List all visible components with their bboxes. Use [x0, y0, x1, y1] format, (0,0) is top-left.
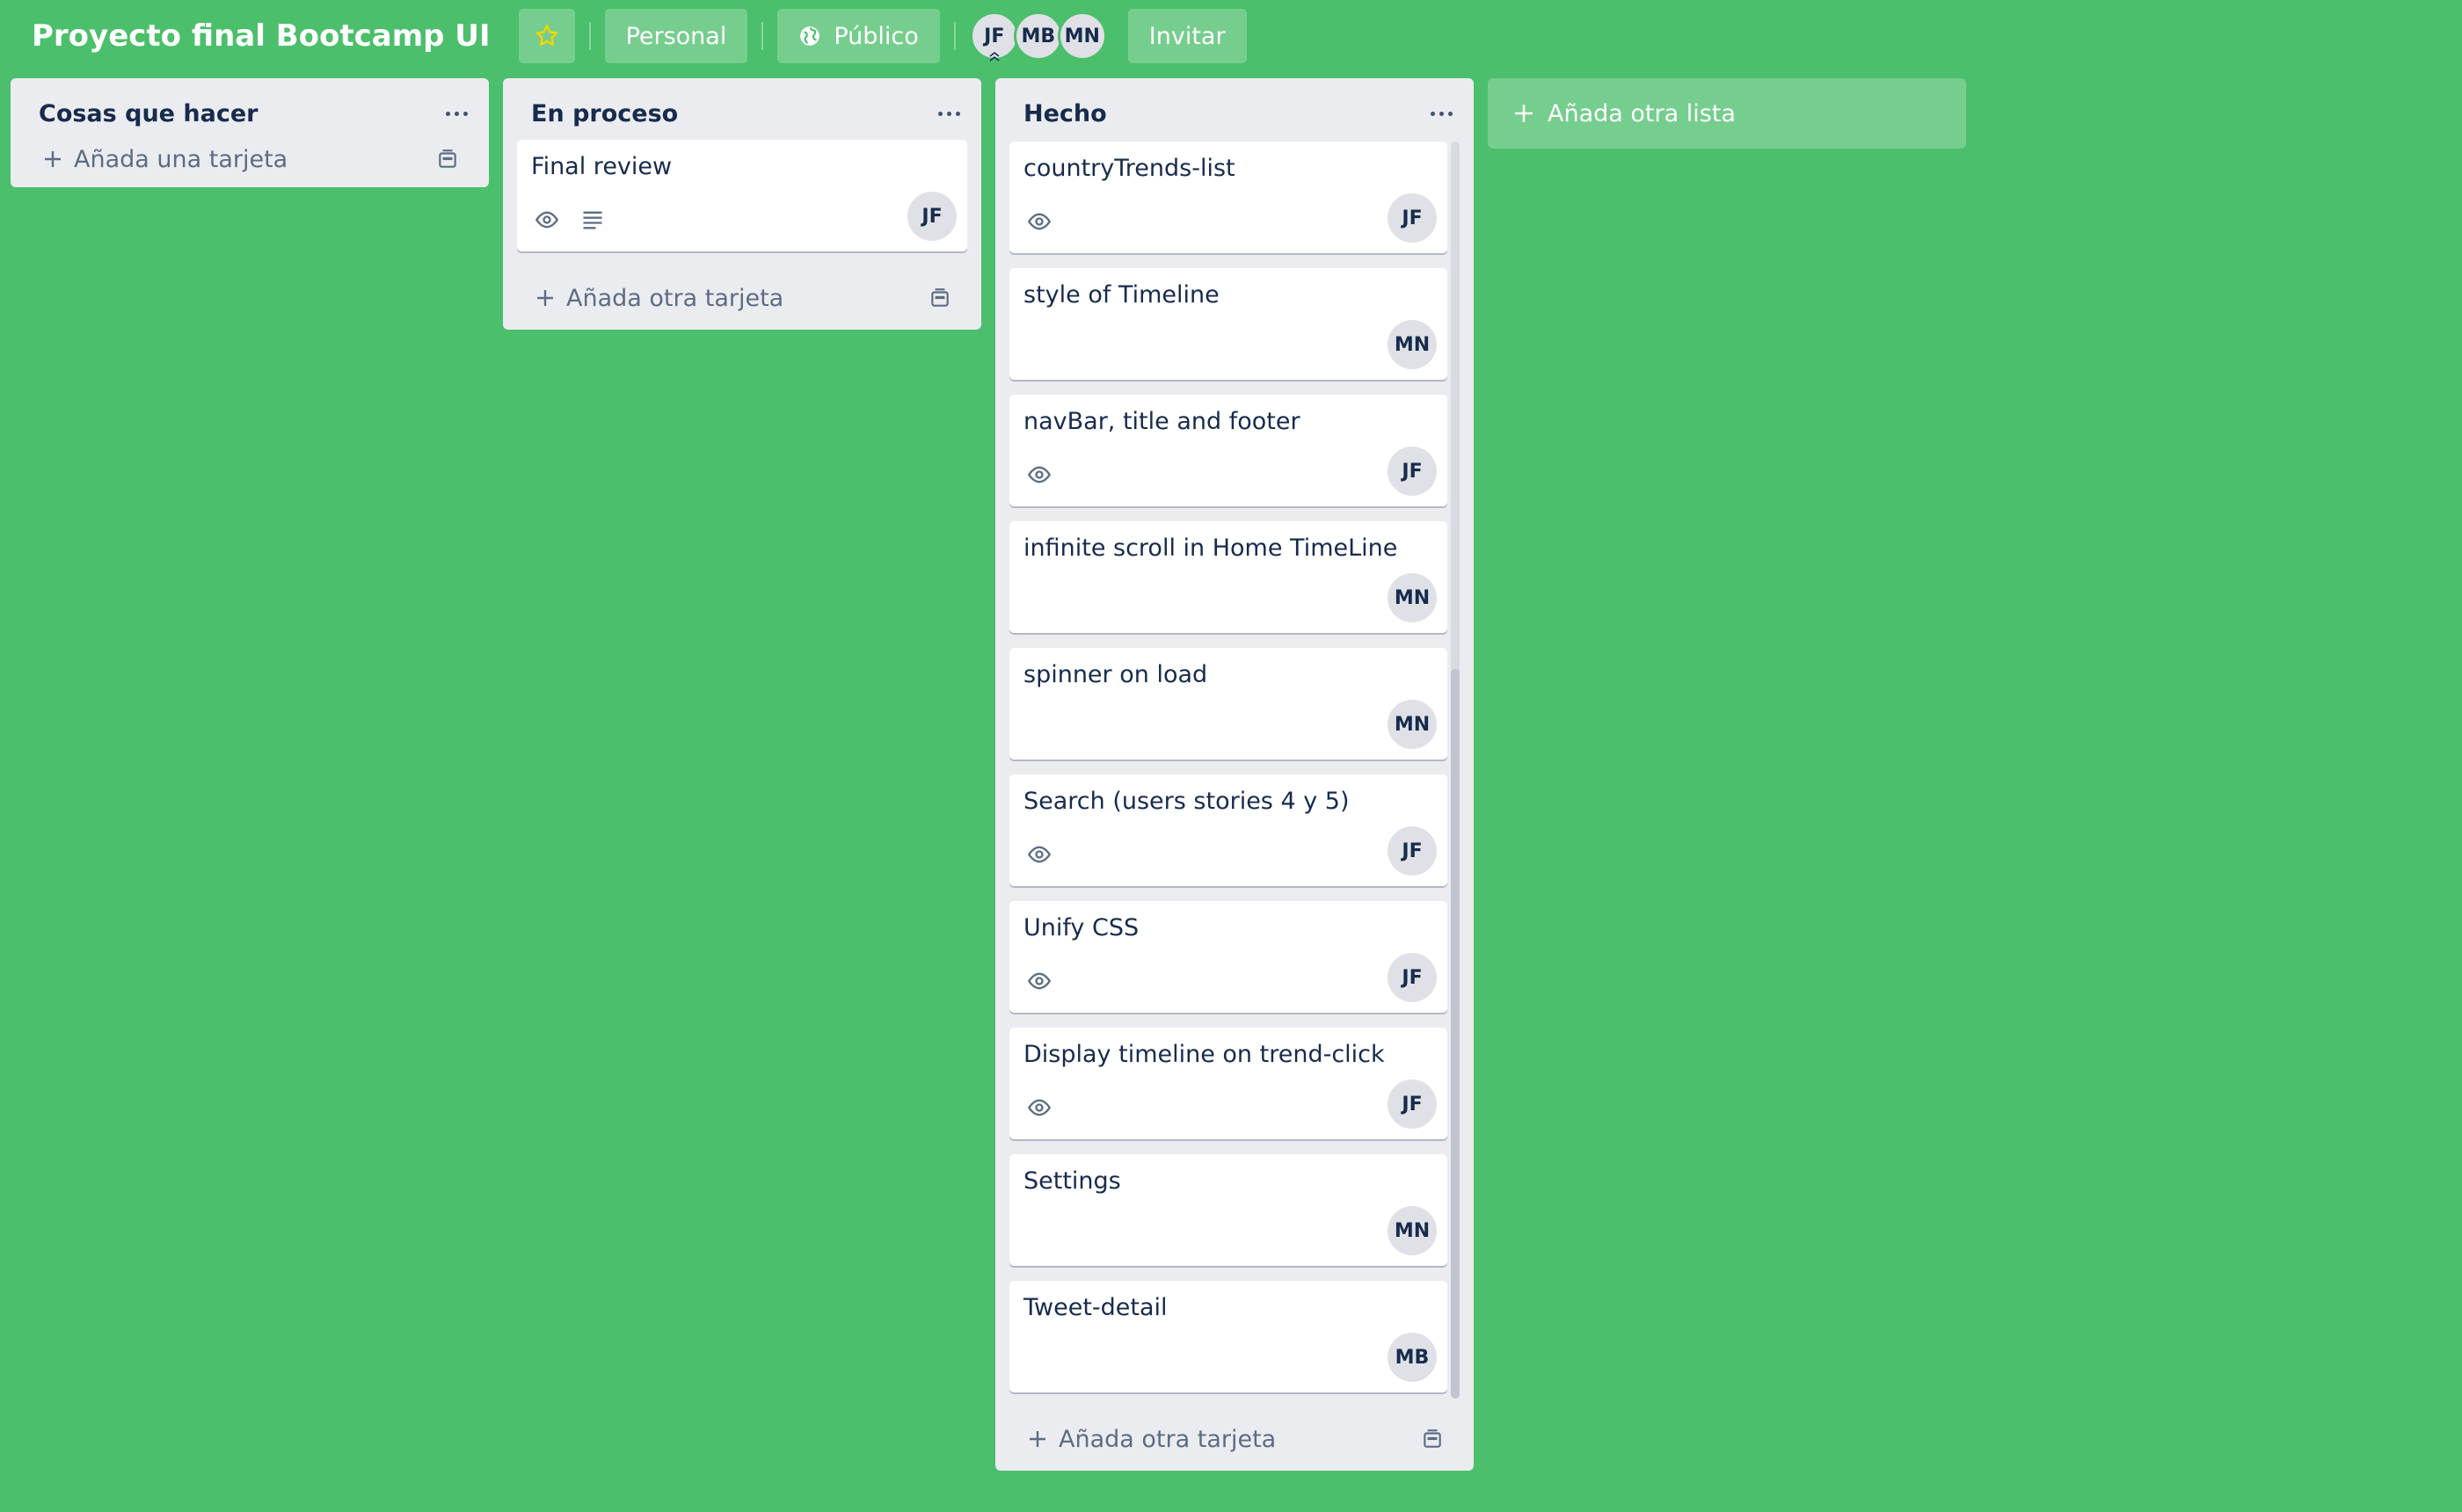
list-title[interactable]: En proceso: [531, 100, 678, 127]
header-divider: [761, 22, 764, 50]
member-avatar[interactable]: JF: [1388, 447, 1437, 496]
card[interactable]: Display timeline on trend-click JF: [1009, 1028, 1447, 1139]
list-cosas-que-hacer: Cosas que hacer Añada una tarjeta: [11, 78, 489, 187]
visibility-label: Público: [834, 22, 919, 50]
card-template-icon[interactable]: [436, 148, 459, 171]
add-card-label: Añada otra tarjeta: [1059, 1425, 1277, 1453]
add-card-label: Añada otra tarjeta: [566, 284, 784, 312]
list-menu-icon[interactable]: [1424, 103, 1460, 125]
plus-icon: [1512, 102, 1535, 125]
add-list-button[interactable]: Añada otra lista: [1488, 78, 1966, 149]
board-members: JF MB MN: [969, 11, 1107, 62]
card-title: Unify CSS: [1023, 914, 1140, 941]
add-card-button[interactable]: Añada otra tarjeta: [1009, 1407, 1460, 1471]
list-header: Hecho: [1009, 78, 1460, 149]
card-title: Tweet-detail: [1023, 1294, 1168, 1321]
card[interactable]: style of Timeline MN: [1009, 268, 1447, 380]
card[interactable]: countryTrends-list JF: [1009, 142, 1447, 253]
eye-icon: [1027, 462, 1052, 487]
member-avatar[interactable]: MN: [1057, 11, 1107, 61]
card-title: Settings: [1023, 1167, 1121, 1195]
card-badges: [1027, 462, 1052, 487]
card-title: Search (users stories 4 y 5): [1023, 788, 1350, 815]
list-menu-icon[interactable]: [931, 103, 967, 125]
card[interactable]: Final review JF: [517, 140, 967, 251]
member-avatar[interactable]: JF: [907, 192, 957, 241]
list-header: En proceso: [517, 78, 967, 149]
add-card-button[interactable]: Añada una tarjeta: [25, 131, 475, 187]
card[interactable]: spinner on load MN: [1009, 648, 1447, 760]
card-badges: [1027, 1095, 1052, 1120]
eye-icon: [1027, 969, 1052, 993]
globe-icon: [798, 25, 821, 47]
header-divider: [588, 22, 591, 50]
add-list-label: Añada otra lista: [1548, 99, 1736, 127]
card-title: infinite scroll in Home TimeLine: [1023, 534, 1398, 562]
card[interactable]: Unify CSS JF: [1009, 901, 1447, 1013]
list-menu-icon[interactable]: [439, 103, 475, 125]
card-badges: [1027, 842, 1052, 867]
card-template-icon[interactable]: [929, 287, 951, 309]
member-avatar[interactable]: MB: [1013, 11, 1063, 61]
board-title[interactable]: Proyecto final Bootcamp UI: [32, 18, 491, 54]
member-avatar[interactable]: JF: [969, 11, 1019, 62]
card[interactable]: Tweet-detail MB: [1009, 1281, 1447, 1392]
card[interactable]: Search (users stories 4 y 5) JF: [1009, 774, 1447, 886]
list-title[interactable]: Hecho: [1023, 100, 1107, 127]
member-avatar[interactable]: JF: [1388, 953, 1437, 1002]
header-divider: [953, 22, 956, 50]
eye-icon: [535, 207, 559, 232]
card-badges: [535, 207, 605, 232]
eye-icon: [1027, 209, 1052, 234]
card[interactable]: Settings MN: [1009, 1154, 1447, 1266]
card[interactable]: infinite scroll in Home TimeLine MN: [1009, 521, 1447, 633]
invite-button[interactable]: Invitar: [1127, 9, 1247, 63]
list-hecho: Hecho countryTrends-list JF style of Tim…: [995, 78, 1474, 1471]
member-avatar[interactable]: MB: [1388, 1333, 1437, 1382]
star-icon: [534, 23, 560, 49]
card-title: style of Timeline: [1023, 281, 1220, 309]
member-avatar[interactable]: MN: [1388, 320, 1437, 369]
plus-icon: [1027, 1428, 1048, 1450]
card-template-icon[interactable]: [1421, 1428, 1444, 1450]
scrollbar-thumb[interactable]: [1451, 669, 1460, 1399]
star-board-button[interactable]: [518, 9, 575, 63]
admin-chevron-icon: [987, 51, 1002, 62]
member-avatar[interactable]: MN: [1388, 573, 1437, 622]
member-avatar[interactable]: MN: [1388, 700, 1437, 749]
card-badges: [1027, 969, 1052, 993]
add-card-label: Añada una tarjeta: [74, 145, 288, 173]
list-title[interactable]: Cosas que hacer: [39, 100, 258, 127]
card[interactable]: navBar, title and footer JF: [1009, 395, 1447, 506]
eye-icon: [1027, 842, 1052, 867]
team-visibility-button[interactable]: Personal: [604, 9, 748, 63]
card-badges: [1027, 209, 1052, 234]
plus-icon: [535, 287, 556, 309]
card-title: navBar, title and footer: [1023, 408, 1300, 435]
member-avatar[interactable]: JF: [1388, 826, 1437, 876]
member-avatar[interactable]: MN: [1388, 1206, 1437, 1255]
board-header: Proyecto final Bootcamp UI Personal Públ…: [0, 0, 2462, 72]
description-icon: [580, 207, 605, 232]
plus-icon: [42, 149, 63, 170]
eye-icon: [1027, 1095, 1052, 1120]
member-avatar[interactable]: JF: [1388, 1079, 1437, 1129]
member-avatar[interactable]: JF: [1388, 193, 1437, 243]
list-en-proceso: En proceso Final review JF Añada otra ta…: [503, 78, 981, 330]
card-title: spinner on load: [1023, 661, 1208, 688]
cards-scroll-area: countryTrends-list JF style of Timeline …: [1009, 142, 1460, 1399]
card-title: Display timeline on trend-click: [1023, 1041, 1385, 1068]
add-card-button[interactable]: Añada otra tarjeta: [517, 266, 967, 330]
card-title: Final review: [531, 153, 673, 180]
card-title: countryTrends-list: [1023, 155, 1235, 182]
visibility-button[interactable]: Público: [777, 9, 940, 63]
